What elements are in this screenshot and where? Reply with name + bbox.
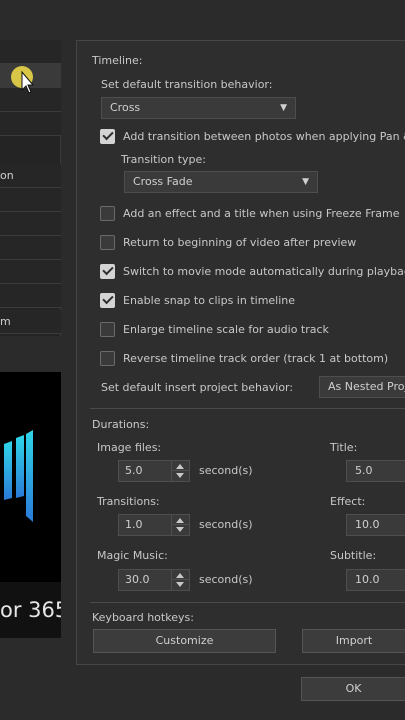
image-files-stepper[interactable]: 5.0: [118, 460, 190, 482]
freeze-frame-option[interactable]: Add an effect and a title when using Fre…: [100, 204, 399, 222]
reverse-track-order-checkbox[interactable]: [100, 350, 115, 366]
ok-button[interactable]: OK: [301, 677, 405, 701]
sidebar-item-7[interactable]: [0, 236, 61, 260]
increment-icon[interactable]: [176, 518, 184, 523]
sidebar-item-0[interactable]: [0, 40, 61, 64]
import-button[interactable]: Import: [302, 629, 405, 653]
sidebar-item-4[interactable]: on: [0, 164, 61, 188]
title-duration-field[interactable]: 5.0: [346, 460, 405, 482]
sidebar-item-3[interactable]: [0, 112, 61, 136]
image-files-label: Image files:: [97, 441, 162, 454]
enlarge-audio-scale-option[interactable]: Enlarge timeline scale for audio track: [100, 320, 329, 338]
reverse-track-order-option[interactable]: Reverse timeline track order (track 1 at…: [100, 349, 388, 367]
section-divider: [90, 602, 405, 603]
section-divider: [90, 408, 405, 409]
decrement-icon[interactable]: [176, 527, 184, 532]
transition-behavior-select[interactable]: Cross ▼: [101, 97, 296, 119]
transition-type-label: Transition type:: [121, 153, 206, 166]
decrement-icon[interactable]: [176, 582, 184, 587]
freeze-frame-checkbox[interactable]: [100, 205, 115, 221]
movie-mode-checkbox[interactable]: [100, 263, 115, 279]
hotkeys-section-title: Keyboard hotkeys:: [92, 611, 194, 624]
transition-behavior-label: Set default transition behavior:: [101, 78, 273, 91]
add-transition-checkbox[interactable]: [100, 128, 115, 144]
timeline-section-title: Timeline:: [92, 54, 143, 67]
return-to-beginning-checkbox[interactable]: [100, 234, 115, 250]
chevron-down-icon: ▼: [280, 103, 287, 113]
effect-duration-field[interactable]: 10.0: [346, 514, 405, 536]
brand-name: or 365: [0, 582, 61, 638]
transitions-unit: second(s): [199, 518, 253, 531]
subtitle-duration-label: Subtitle:: [330, 549, 377, 562]
app-logo: [0, 372, 61, 582]
sidebar-item-9[interactable]: [0, 284, 61, 308]
add-transition-option[interactable]: Add transition between photos when apply…: [100, 127, 405, 145]
enlarge-audio-scale-checkbox[interactable]: [100, 321, 115, 337]
effect-duration-label: Effect:: [330, 495, 366, 508]
snap-to-clips-option[interactable]: Enable snap to clips in timeline: [100, 291, 295, 309]
movie-mode-option[interactable]: Switch to movie mode automatically durin…: [100, 262, 405, 280]
decrement-icon[interactable]: [176, 473, 184, 478]
insert-behavior-label: Set default insert project behavior:: [101, 381, 294, 394]
sidebar-item-11[interactable]: m: [0, 310, 61, 334]
return-to-beginning-option[interactable]: Return to beginning of video after previ…: [100, 233, 356, 251]
title-duration-label: Title:: [330, 441, 358, 454]
app-logo-icon: [4, 430, 33, 522]
insert-behavior-select[interactable]: As Nested Proj: [319, 376, 405, 398]
sidebar-item-8[interactable]: [0, 260, 61, 284]
customize-button[interactable]: Customize: [93, 629, 276, 653]
sidebar-item-5[interactable]: [0, 188, 61, 212]
transition-type-select[interactable]: Cross Fade ▼: [124, 171, 318, 193]
magic-music-label: Magic Music:: [97, 549, 168, 562]
magic-music-stepper[interactable]: 30.0: [118, 569, 190, 591]
durations-section-title: Durations:: [92, 418, 150, 431]
snap-to-clips-checkbox[interactable]: [100, 292, 115, 308]
sidebar-item-6[interactable]: [0, 212, 61, 236]
magic-music-unit: second(s): [199, 573, 253, 586]
mouse-pointer-icon: [11, 66, 35, 94]
transitions-stepper[interactable]: 1.0: [118, 514, 190, 536]
transitions-label: Transitions:: [97, 495, 160, 508]
subtitle-duration-field[interactable]: 10.0: [346, 569, 405, 591]
image-files-unit: second(s): [199, 464, 253, 477]
chevron-down-icon: ▼: [302, 177, 309, 187]
increment-icon[interactable]: [176, 464, 184, 469]
increment-icon[interactable]: [176, 573, 184, 578]
